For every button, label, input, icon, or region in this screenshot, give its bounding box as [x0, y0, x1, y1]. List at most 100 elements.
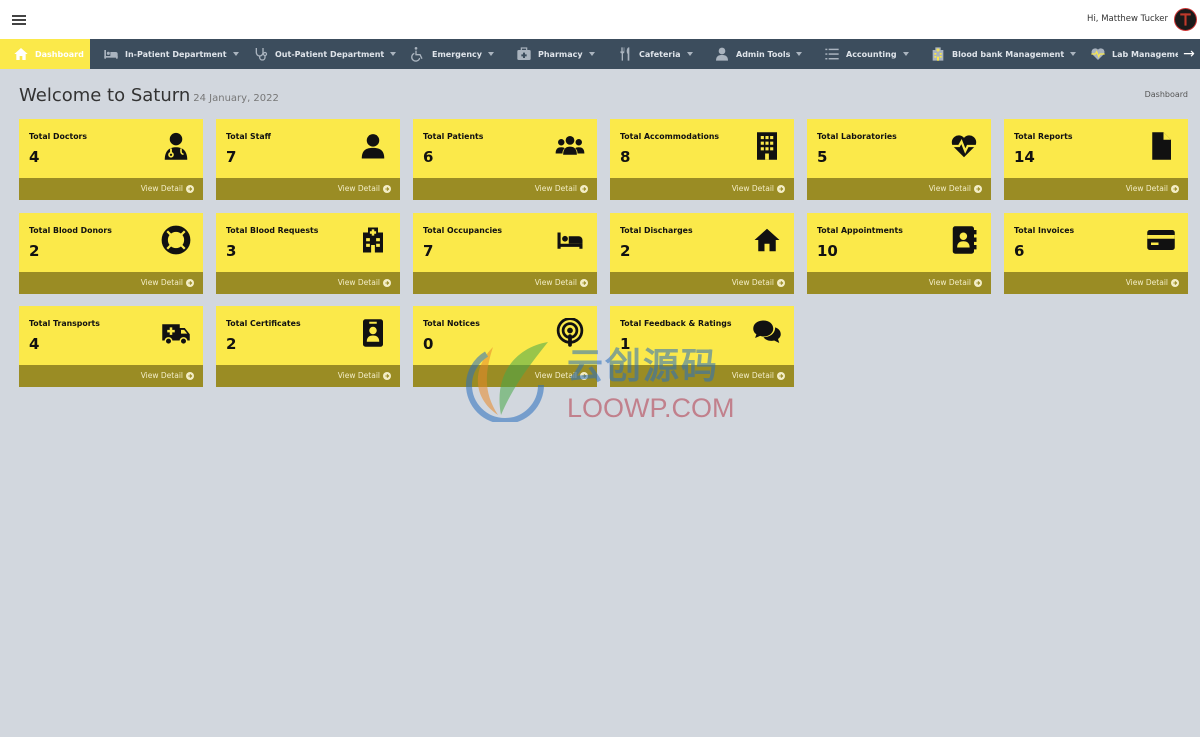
life-ring-icon — [161, 225, 191, 255]
hamburger-menu-icon[interactable] — [12, 15, 26, 25]
view-detail-link[interactable]: View Detail — [1004, 178, 1188, 200]
stethoscope-icon — [252, 46, 270, 62]
view-detail-label: View Detail — [534, 278, 577, 287]
view-detail-link[interactable]: View Detail — [413, 365, 597, 387]
nav-item-accounting[interactable]: Accounting — [821, 39, 909, 69]
stat-card-value: 4 — [29, 335, 40, 353]
nav-item-label: Cafeteria — [639, 49, 681, 59]
stat-card-total-discharges: Total Discharges 2 View Detail — [610, 213, 794, 294]
stat-card-body: Total Laboratories 5 — [807, 119, 991, 178]
stat-card-label: Total Occupancies — [423, 226, 503, 235]
users-icon — [555, 131, 585, 161]
view-detail-link[interactable]: View Detail — [19, 272, 203, 294]
stat-card-value: 10 — [817, 242, 838, 260]
view-detail-label: View Detail — [337, 371, 380, 380]
view-detail-label: View Detail — [928, 184, 971, 193]
nav-item-label: Accounting — [846, 49, 897, 59]
nav-item-label: Out-Patient Department — [275, 49, 385, 59]
view-detail-label: View Detail — [928, 278, 971, 287]
stat-card-label: Total Blood Donors — [29, 226, 112, 235]
view-detail-link[interactable]: View Detail — [610, 365, 794, 387]
page-date: 24 January, 2022 — [193, 93, 279, 104]
stat-card-total-notices: Total Notices 0 View Detail — [413, 306, 597, 387]
stat-card-value: 14 — [1014, 148, 1035, 166]
address-book-icon — [949, 225, 979, 255]
page-title: Welcome to Saturn 24 January, 2022 — [19, 85, 279, 106]
view-detail-label: View Detail — [731, 184, 774, 193]
arrow-circle-right-icon — [383, 279, 391, 287]
caret-down-icon — [232, 52, 239, 56]
stat-card-body: Total Notices 0 — [413, 306, 597, 365]
stat-card-label: Total Doctors — [29, 132, 88, 141]
avatar[interactable] — [1174, 8, 1197, 31]
view-detail-label: View Detail — [337, 278, 380, 287]
view-detail-link[interactable]: View Detail — [1004, 272, 1188, 294]
arrow-circle-right-icon — [974, 279, 982, 287]
nav-item-label: Emergency — [432, 49, 482, 59]
view-detail-link[interactable]: View Detail — [610, 272, 794, 294]
view-detail-link[interactable]: View Detail — [216, 272, 400, 294]
breadcrumb[interactable]: Dashboard — [1145, 90, 1188, 99]
stat-card-total-feedback-ratings: Total Feedback & Ratings 1 View Detail — [610, 306, 794, 387]
stat-card-label: Total Feedback & Ratings — [620, 319, 732, 328]
stat-card-total-patients: Total Patients 6 View Detail — [413, 119, 597, 200]
stat-card-value: 0 — [423, 335, 434, 353]
caret-down-icon — [796, 52, 803, 56]
view-detail-link[interactable]: View Detail — [413, 272, 597, 294]
arrow-circle-right-icon — [1171, 279, 1179, 287]
nav-scroll-right-icon[interactable]: → — [1178, 39, 1200, 69]
stat-card-value: 6 — [423, 148, 434, 166]
arrow-circle-right-icon — [186, 279, 194, 287]
bed-icon — [555, 225, 585, 255]
arrow-circle-right-icon — [1171, 185, 1179, 193]
stat-card-value: 2 — [29, 242, 40, 260]
stat-card-value: 2 — [620, 242, 631, 260]
view-detail-link[interactable]: View Detail — [19, 365, 203, 387]
view-detail-link[interactable]: View Detail — [19, 178, 203, 200]
caret-down-icon — [487, 52, 494, 56]
nav-item-cafeteria[interactable]: Cafeteria — [614, 39, 693, 69]
nav-item-in-patient-department[interactable]: In-Patient Department — [100, 39, 239, 69]
id-badge-icon — [358, 318, 388, 348]
top-bar: Hi, Matthew Tucker — [0, 0, 1200, 39]
view-detail-label: View Detail — [140, 184, 183, 193]
stat-card-label: Total Invoices — [1014, 226, 1075, 235]
stat-card-label: Total Patients — [423, 132, 484, 141]
stat-card-total-blood-requests: Total Blood Requests 3 View Detail — [216, 213, 400, 294]
arrow-circle-right-icon — [580, 279, 588, 287]
view-detail-link[interactable]: View Detail — [413, 178, 597, 200]
caret-down-icon — [686, 52, 693, 56]
view-detail-label: View Detail — [731, 278, 774, 287]
nav-item-dashboard[interactable]: Dashboard — [0, 39, 90, 69]
view-detail-link[interactable]: View Detail — [216, 178, 400, 200]
nav-item-emergency[interactable]: Emergency — [407, 39, 494, 69]
stat-card-value: 1 — [620, 335, 631, 353]
stat-card-total-transports: Total Transports 4 View Detail — [19, 306, 203, 387]
nav-item-blood-bank-management[interactable]: Blood bank Management — [927, 39, 1077, 69]
stat-card-label: Total Reports — [1014, 132, 1073, 141]
utensils-icon — [616, 46, 634, 62]
view-detail-link[interactable]: View Detail — [610, 178, 794, 200]
view-detail-link[interactable]: View Detail — [216, 365, 400, 387]
medkit-icon — [515, 46, 533, 62]
view-detail-label: View Detail — [731, 371, 774, 380]
podcast-icon — [555, 317, 585, 348]
stat-card-label: Total Transports — [29, 319, 100, 328]
nav-item-label: Blood bank Management — [952, 49, 1065, 59]
nav-item-pharmacy[interactable]: Pharmacy — [513, 39, 595, 69]
nav-item-admin-tools[interactable]: Admin Tools — [711, 39, 803, 69]
stat-card-total-appointments: Total Appointments 10 View Detail — [807, 213, 991, 294]
stat-card-body: Total Patients 6 — [413, 119, 597, 178]
stat-card-body: Total Appointments 10 — [807, 213, 991, 272]
view-detail-link[interactable]: View Detail — [807, 272, 991, 294]
file-icon — [1146, 131, 1176, 161]
stat-card-body: Total Accommodations 8 — [610, 119, 794, 178]
view-detail-link[interactable]: View Detail — [807, 178, 991, 200]
user-icon — [358, 131, 388, 161]
stat-card-value: 6 — [1014, 242, 1025, 260]
main-navbar: Dashboard In-Patient Department Out-Patien… — [0, 39, 1200, 69]
user-greeting: Hi, Matthew Tucker — [1087, 14, 1168, 24]
nav-item-out-patient-department[interactable]: Out-Patient Department — [250, 39, 397, 69]
stat-card-label: Total Appointments — [817, 226, 903, 235]
caret-down-icon — [1070, 52, 1077, 56]
